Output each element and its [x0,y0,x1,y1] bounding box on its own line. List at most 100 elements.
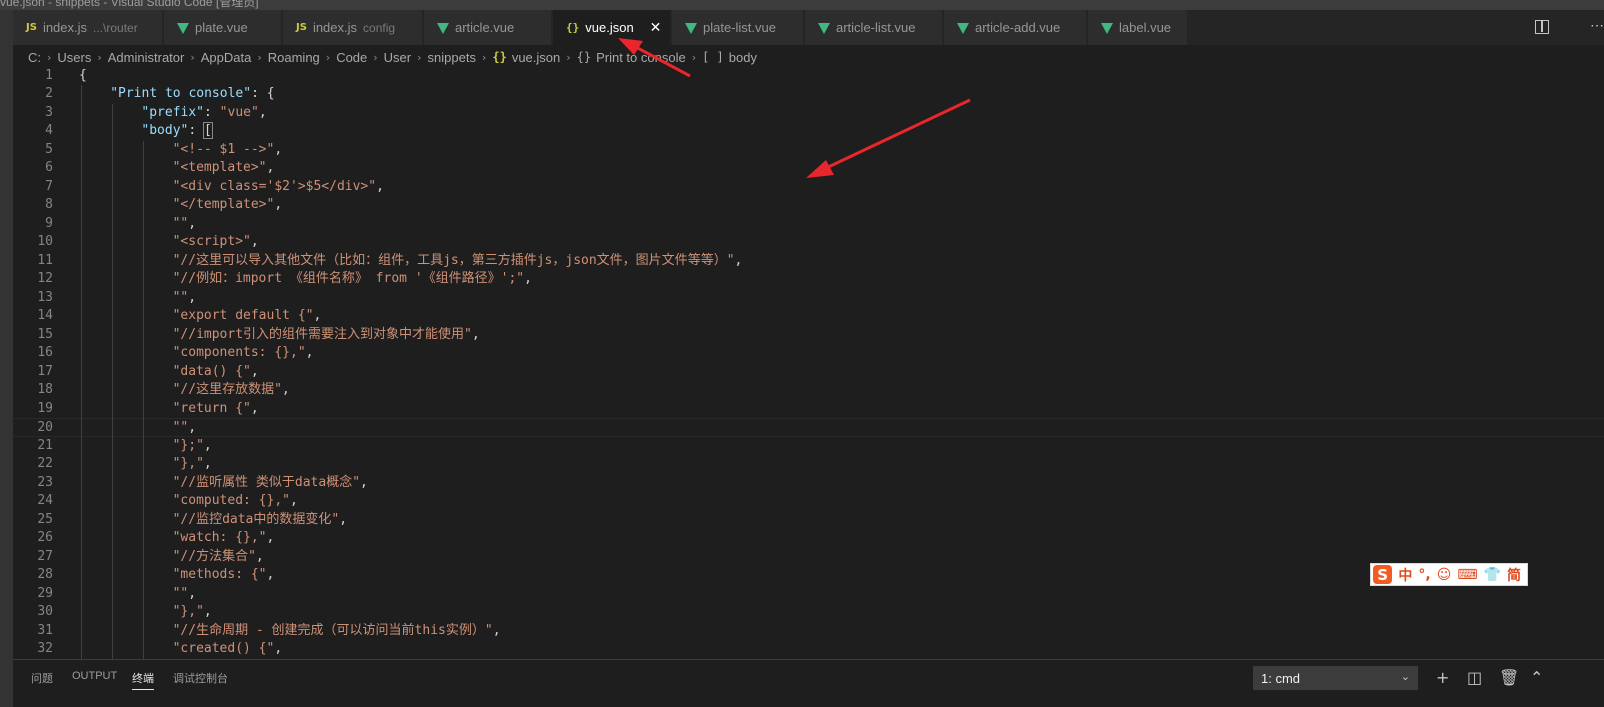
code-line[interactable]: 3 "prefix": "vue", [13,104,1604,123]
code-editor[interactable]: 1{2 "Print to console": {3 "prefix": "vue"… [13,66,1604,659]
split-terminal-icon[interactable]: ◫ [1467,668,1482,687]
panel-tab[interactable]: 问题 [31,670,53,686]
close-icon[interactable]: ✕ [650,20,662,36]
line-number: 28 [37,567,53,582]
breadcrumb-segment[interactable]: Administrator [108,50,185,65]
breadcrumb-file[interactable]: vue.json [512,50,560,65]
code-line[interactable]: 1{ [13,67,1604,86]
code-line[interactable]: 29 "", [13,585,1604,604]
code-line[interactable]: 7 "<div class='$2'>$5</div>", [13,178,1604,197]
chevron-up-icon[interactable]: ⌃ [1530,668,1543,687]
code-line[interactable]: 16 "components: {},", [13,344,1604,363]
code-line[interactable]: 21 "};", [13,437,1604,456]
code-line[interactable]: 23 "//监听属性 类似于data概念", [13,474,1604,493]
line-code: { [79,67,87,86]
json-string: "//这里存放数据" [172,382,282,397]
ime-simplified-icon[interactable]: 简 [1507,565,1521,585]
code-line[interactable]: 18 "//这里存放数据", [13,381,1604,400]
tab-index-js[interactable]: JS index.js ...\router [13,10,163,45]
chevron-right-icon: › [257,50,262,64]
breadcrumb-segment[interactable]: Users [57,50,91,65]
code-line[interactable]: 32 "created() {", [13,640,1604,659]
breadcrumb-segment[interactable]: C: [28,50,41,65]
ime-keyboard-icon[interactable]: ⌨ [1457,567,1477,583]
code-line[interactable]: 28 "methods: {", [13,566,1604,585]
tab-plate-vue[interactable]: plate.vue [164,10,282,45]
tab-index-js[interactable]: JS index.js config [283,10,423,45]
tab-article-list-vue[interactable]: article-list.vue [805,10,943,45]
code-line[interactable]: 19 "return {", [13,400,1604,419]
panel-tab[interactable]: 调试控制台 [173,670,228,686]
split-editor-icon[interactable] [1535,20,1549,34]
punctuation: , [188,585,197,601]
code-line[interactable]: 11 "//这里可以导入其他文件（比如：组件，工具js，第三方插件js，json文… [13,252,1604,271]
json-string: "computed: {}," [172,493,290,508]
code-line[interactable]: 6 "<template>", [13,159,1604,178]
json-string: "components: {}," [172,345,306,360]
json-string: "methods: {" [172,567,267,582]
tab-article-vue[interactable]: article.vue [424,10,552,45]
breadcrumb-segment[interactable]: User [384,50,411,65]
line-code: "<!-- $1 -->", [173,141,283,160]
ime-skin-icon[interactable]: 👕 [1484,567,1501,583]
tab-label: label.vue [1119,20,1172,35]
panel-tab[interactable]: 终端 [132,670,154,690]
breadcrumb-segment[interactable]: AppData [201,50,252,65]
code-line[interactable]: 9 "", [13,215,1604,234]
code-line[interactable]: 20 "", [13,418,1604,437]
tab-article-add-vue[interactable]: article-add.vue [944,10,1087,45]
code-line[interactable]: 14 "export default {", [13,307,1604,326]
code-line[interactable]: 24 "computed: {},", [13,492,1604,511]
code-line[interactable]: 4 "body": [ [13,122,1604,141]
code-line[interactable]: 27 "//方法集合", [13,548,1604,567]
terminal-select[interactable]: 1: cmd ⌄ [1253,666,1418,690]
panel-tab[interactable]: OUTPUT [72,670,117,682]
punctuation: , [250,400,259,416]
json-string: "//例如：import 《组件名称》 from '《组件路径》';" [172,271,525,286]
line-number: 20 [37,420,53,435]
code-line[interactable]: 5 "<!-- $1 -->", [13,141,1604,160]
ime-emoji-icon[interactable]: ☺ [1437,567,1452,583]
breadcrumb-array[interactable]: body [729,50,757,65]
code-line[interactable]: 26 "watch: {},", [13,529,1604,548]
json-string: "//方法集合" [172,548,256,564]
json-string: "//监控data中的数据变化" [172,511,340,527]
breadcrumb-object[interactable]: Print to console [596,50,686,65]
json-string: "<script>" [172,234,251,249]
breadcrumb-segment[interactable]: Code [336,50,367,65]
breadcrumb-segment[interactable]: Roaming [268,50,320,65]
json-string: "<div class='$2'>$5</div>" [172,178,377,194]
new-terminal-icon[interactable]: + [1436,668,1449,687]
ime-punctuation-icon[interactable]: °, [1418,567,1430,583]
window-title-bar: vue.json - snippets - Visual Studio Code… [0,0,1604,10]
code-line[interactable]: 13 "", [13,289,1604,308]
tab-label: index.js [42,20,88,35]
chevron-right-icon: › [325,50,331,64]
code-line[interactable]: 25 "//监控data中的数据变化", [13,511,1604,530]
tab-vue-json[interactable]: {} vue.json ✕ [553,10,671,45]
json-string: "data() {" [172,363,251,379]
line-number: 2 [45,86,53,101]
chevron-right-icon: › [47,50,52,64]
code-line[interactable]: 22 "},", [13,455,1604,474]
code-line[interactable]: 31 "//生命周期 - 创建完成（可以访问当前this实例）", [13,622,1604,641]
ime-language-icon[interactable]: 中 [1398,565,1412,585]
punctuation: , [471,326,480,342]
code-line[interactable]: 8 "</template>", [13,196,1604,215]
tab-plate-list-vue[interactable]: plate-list.vue [672,10,804,45]
code-line[interactable]: 30 "},", [13,603,1604,622]
code-line[interactable]: 17 "data() {", [13,363,1604,382]
more-actions-icon[interactable]: ⋯ [1590,17,1604,34]
line-code: "};", [173,437,212,456]
code-line[interactable]: 12 "//例如：import 《组件名称》 from '《组件路径》';", [13,270,1604,289]
tab-label-vue[interactable]: label.vue [1088,10,1188,45]
json-file-icon: {} [492,50,507,64]
code-line[interactable]: 15 "//import引入的组件需要注入到对象中才能使用", [13,326,1604,345]
punctuation: , [313,308,322,323]
line-code: "computed: {},", [173,492,298,511]
code-line[interactable]: 2 "Print to console": { [13,85,1604,104]
trash-icon[interactable]: 🗑 [1499,668,1519,687]
indent-guide [112,103,114,659]
code-line[interactable]: 10 "<script>", [13,233,1604,252]
breadcrumb-segment[interactable]: snippets [428,50,476,65]
